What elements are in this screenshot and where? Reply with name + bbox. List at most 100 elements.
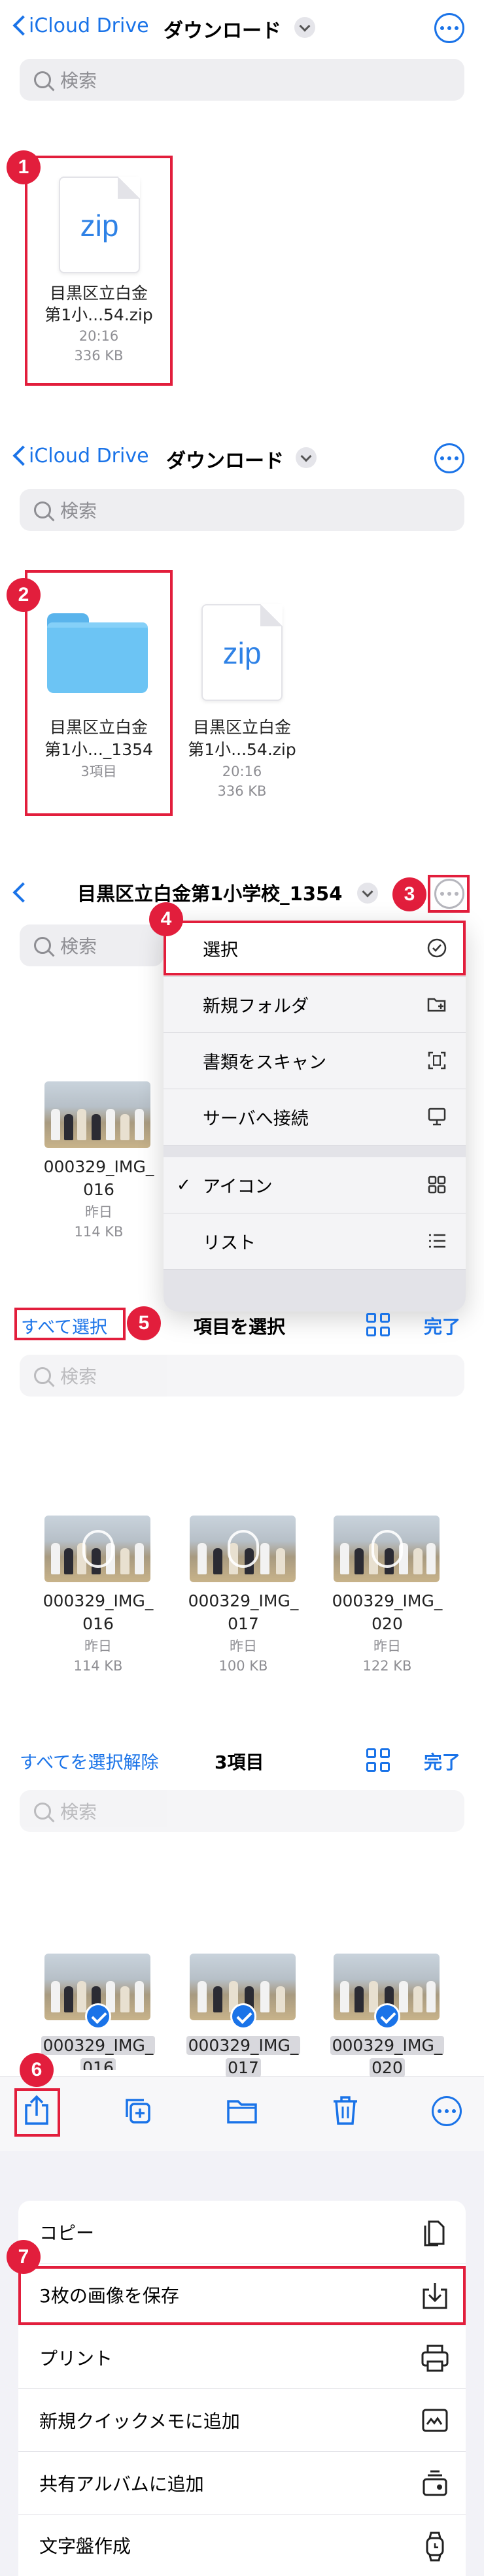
search-icon	[34, 501, 51, 518]
photo-name-line2: 016	[83, 1180, 114, 1199]
share-item-print[interactable]: プリント	[18, 2326, 466, 2389]
more-button[interactable]	[434, 443, 464, 473]
photo-name-line1: 000329_IMG_	[332, 1591, 443, 1610]
search-icon	[34, 71, 51, 88]
annotation-badge-7: 7	[7, 2240, 41, 2274]
back-button-icloud[interactable]: iCloud Drive	[29, 445, 149, 467]
doc-scan-icon	[428, 1051, 446, 1070]
selected-check-icon[interactable]	[85, 2003, 111, 2029]
photo-name-line1: 000329_IMG_	[43, 1157, 154, 1176]
shared-album-icon	[423, 2470, 447, 2496]
share-item-quick-note[interactable]: 新規クイックメモに追加	[18, 2389, 466, 2452]
list-icon	[429, 1234, 445, 1248]
search-input[interactable]: 検索	[20, 59, 464, 101]
chevron-down-icon[interactable]	[357, 883, 378, 904]
annotation-badge-6: 6	[20, 2053, 54, 2087]
page-title: 目黒区立白金第1小学校_1354	[77, 883, 343, 905]
photo-name-line1: 000329_IMG_	[20, 2035, 177, 2056]
photo-name-line1: 000329_IMG_	[188, 1591, 299, 1610]
checkmark-icon: ✓	[177, 1175, 191, 1195]
zip-file-name-line1: 目黒区立白金	[49, 284, 148, 303]
annotation-badge-4: 4	[149, 902, 183, 936]
folder-item-count: 3項目	[80, 764, 117, 779]
search-input[interactable]: 検索	[20, 1355, 464, 1397]
folder-icon[interactable]	[47, 613, 148, 693]
zip-file-icon[interactable]: zip	[201, 604, 283, 701]
search-icon	[34, 1367, 51, 1384]
folder-icon[interactable]	[225, 2093, 259, 2127]
zip-file-size: 336 KB	[217, 783, 267, 799]
folder-name-line1: 目黒区立白金	[49, 718, 148, 737]
annotation-badge-2: 2	[7, 578, 41, 612]
page-title: 項目を選択	[194, 1316, 286, 1338]
grid-view-icon[interactable]	[366, 1748, 391, 1773]
selected-check-icon[interactable]	[374, 2003, 400, 2029]
more-button[interactable]	[434, 879, 464, 909]
photo-name-line1: 000329_IMG_	[165, 2035, 322, 2056]
photo-name-line1: 000329_IMG_	[309, 2035, 466, 2056]
zip-file-time: 20:16	[222, 764, 262, 779]
chevron-down-icon[interactable]	[296, 447, 317, 468]
search-icon	[34, 1803, 51, 1820]
photo-date: 昨日	[230, 1638, 257, 1654]
menu-item-scan-documents[interactable]: 書類をスキャン	[164, 1033, 466, 1089]
photo-size: 114 KB	[73, 1658, 123, 1674]
photo-size: 114 KB	[74, 1224, 124, 1240]
menu-item-new-folder[interactable]: 新規フォルダ	[164, 977, 466, 1033]
search-input[interactable]: 検索	[20, 924, 164, 966]
search-input[interactable]: 検索	[20, 489, 464, 531]
photo-date: 昨日	[84, 1638, 112, 1654]
annotation-badge-5: 5	[127, 1306, 161, 1340]
photo-name-line1: 000329_IMG_	[43, 1591, 154, 1610]
photo-name-line2: 020	[309, 2057, 466, 2078]
trash-icon[interactable]	[328, 2093, 362, 2127]
menu-item-list[interactable]: リスト	[164, 1213, 466, 1270]
photo-thumbnail[interactable]	[190, 1516, 296, 1582]
photo-name-line2: 017	[228, 1614, 259, 1633]
folder-plus-icon	[427, 998, 446, 1012]
menu-item-icons[interactable]: ✓ アイコン	[164, 1157, 466, 1213]
more-button[interactable]	[432, 2096, 462, 2126]
zip-file-icon[interactable]: zip	[59, 177, 140, 273]
deselect-all-button[interactable]: すべてを選択解除	[20, 1748, 159, 1774]
annotation-box-7	[18, 2266, 466, 2325]
annotation-badge-1: 1	[7, 150, 41, 184]
photo-thumbnail[interactable]	[334, 1516, 440, 1582]
more-options-menu: 選択 新規フォルダ 書類をスキャン サーバへ接続 ✓ アイコン リスト	[164, 921, 466, 1312]
photo-date: 昨日	[373, 1638, 401, 1654]
folder-name-line2: 第1小..._1354	[44, 740, 153, 759]
annotation-badge-3: 3	[392, 877, 426, 911]
select-all-button[interactable]: すべて選択	[21, 1313, 107, 1338]
search-icon	[34, 937, 51, 954]
watch-icon	[426, 2532, 444, 2562]
annotation-box-4	[164, 921, 466, 975]
menu-item-connect-server[interactable]: サーバへ接続	[164, 1089, 466, 1145]
selected-check-icon[interactable]	[230, 2003, 256, 2029]
done-button[interactable]: 完了	[424, 1748, 460, 1774]
printer-icon	[421, 2345, 449, 2372]
photo-date: 昨日	[85, 1204, 112, 1220]
chevron-down-icon[interactable]	[294, 17, 315, 38]
zip-file-name-line2: 第1小...54.zip	[188, 740, 296, 759]
search-input[interactable]: 検索	[20, 1790, 464, 1832]
back-button-icloud[interactable]: iCloud Drive	[29, 14, 149, 37]
duplicate-icon[interactable]	[120, 2093, 154, 2127]
grid-view-icon[interactable]	[366, 1313, 391, 1338]
photo-name-line2: 017	[165, 2057, 322, 2078]
photo-thumbnail[interactable]	[44, 1081, 150, 1148]
share-item-watch-face[interactable]: 文字盤作成	[18, 2515, 466, 2576]
page-title: ダウンロード	[166, 450, 284, 473]
photo-name-line2: 016	[82, 1614, 114, 1633]
photo-size: 100 KB	[218, 1658, 268, 1674]
grid-icon	[428, 1176, 446, 1194]
quick-note-icon	[422, 2409, 448, 2432]
back-chevron-icon[interactable]	[12, 882, 33, 903]
more-button[interactable]	[434, 13, 464, 43]
share-item-copy[interactable]: コピー	[18, 2201, 466, 2263]
copy-doc-icon	[424, 2220, 445, 2246]
done-button[interactable]: 完了	[424, 1313, 460, 1339]
photo-size: 122 KB	[362, 1658, 412, 1674]
photo-thumbnail[interactable]	[44, 1516, 150, 1582]
share-icon[interactable]	[20, 2093, 54, 2127]
share-item-shared-album[interactable]: 共有アルバムに追加	[18, 2452, 466, 2515]
